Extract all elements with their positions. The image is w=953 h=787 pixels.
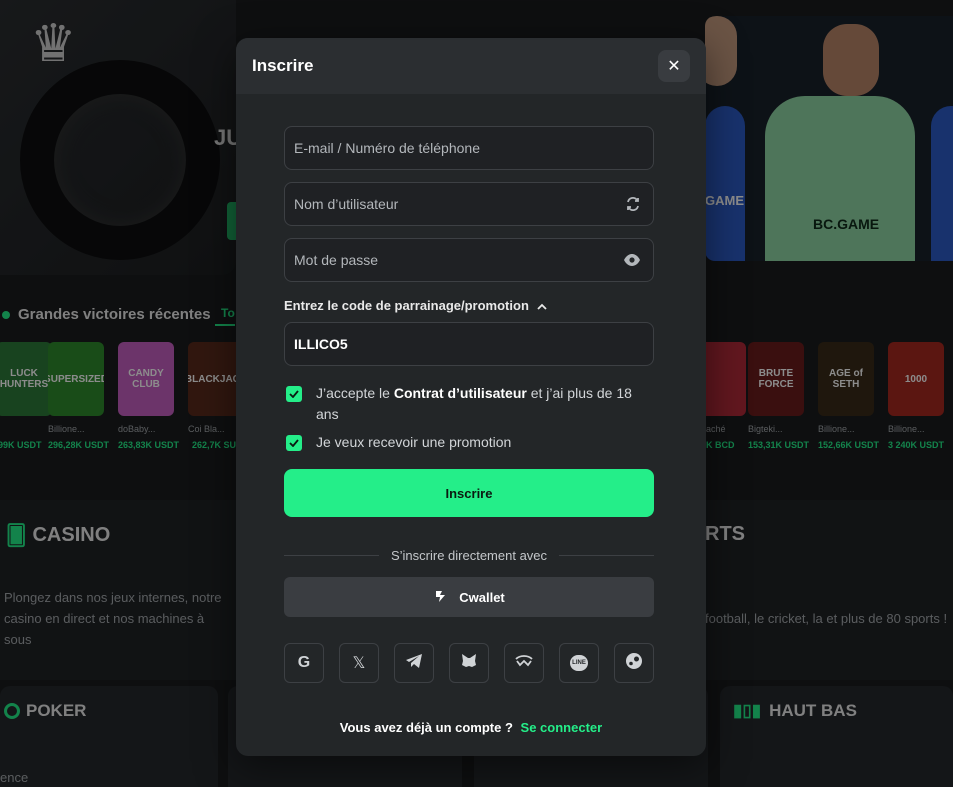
social-divider: S’inscrire directement avec bbox=[284, 548, 654, 563]
login-link[interactable]: Se connecter bbox=[521, 720, 603, 735]
terms-checkbox[interactable] bbox=[286, 386, 302, 402]
line-icon: LINE bbox=[570, 655, 588, 671]
eye-icon[interactable] bbox=[623, 253, 641, 267]
password-field[interactable] bbox=[284, 238, 654, 282]
social-login-row: G 𝕏 LINE bbox=[284, 643, 654, 683]
modal-header: Inscrire ✕ bbox=[236, 38, 706, 94]
signup-modal: Inscrire ✕ Entrez le code de parrainage/… bbox=[236, 38, 706, 756]
email-field[interactable] bbox=[284, 126, 654, 170]
promo-code-field[interactable] bbox=[284, 322, 654, 366]
refresh-icon[interactable] bbox=[625, 196, 641, 212]
terms-text: J’accepte le Contrat d’utilisateur et j’… bbox=[316, 383, 656, 425]
chevron-up-icon bbox=[537, 298, 547, 313]
signup-submit-button[interactable]: Inscrire bbox=[284, 469, 654, 517]
promo-optin-label: Je veux recevoir une promotion bbox=[316, 434, 512, 450]
walletconnect-icon bbox=[514, 654, 534, 672]
divider-line bbox=[559, 555, 654, 556]
line-button[interactable]: LINE bbox=[559, 643, 599, 683]
modal-title: Inscrire bbox=[252, 56, 314, 75]
telegram-icon bbox=[405, 653, 423, 674]
close-icon: ✕ bbox=[667, 58, 681, 75]
telegram-button[interactable] bbox=[394, 643, 434, 683]
steam-icon bbox=[625, 652, 643, 675]
login-prompt: Vous avez déjà un compte ? bbox=[339, 720, 513, 735]
x-icon: 𝕏 bbox=[352, 655, 366, 672]
promo-toggle[interactable]: Entrez le code de parrainage/promotion bbox=[284, 298, 547, 313]
google-icon: G bbox=[297, 654, 311, 671]
terms-row[interactable]: J’accepte le Contrat d’utilisateur et j’… bbox=[286, 383, 656, 425]
cwallet-label: Cwallet bbox=[459, 589, 505, 605]
terms-prefix: J’accepte le bbox=[316, 385, 390, 401]
email-input[interactable] bbox=[294, 140, 641, 156]
walletconnect-button[interactable] bbox=[504, 643, 544, 683]
divider-text: S’inscrire directement avec bbox=[390, 548, 548, 563]
metamask-icon bbox=[460, 653, 478, 674]
promo-optin-checkbox[interactable] bbox=[286, 435, 302, 451]
x-button[interactable]: 𝕏 bbox=[339, 643, 379, 683]
close-button[interactable]: ✕ bbox=[658, 50, 690, 82]
cwallet-icon bbox=[433, 588, 449, 607]
google-button[interactable]: G bbox=[284, 643, 324, 683]
cwallet-button[interactable]: Cwallet bbox=[284, 577, 654, 617]
promo-code-input[interactable] bbox=[294, 336, 641, 352]
promo-optin-row[interactable]: Je veux recevoir une promotion bbox=[286, 432, 511, 453]
metamask-button[interactable] bbox=[449, 643, 489, 683]
promo-label: Entrez le code de parrainage/promotion bbox=[284, 298, 529, 313]
divider-line bbox=[284, 555, 379, 556]
username-input[interactable] bbox=[294, 196, 625, 212]
user-agreement-link[interactable]: Contrat d’utilisateur bbox=[394, 385, 527, 401]
username-field[interactable] bbox=[284, 182, 654, 226]
password-input[interactable] bbox=[294, 252, 623, 268]
steam-button[interactable] bbox=[614, 643, 654, 683]
login-prompt-row: Vous avez déjà un compte ? Se connecter bbox=[236, 720, 706, 735]
